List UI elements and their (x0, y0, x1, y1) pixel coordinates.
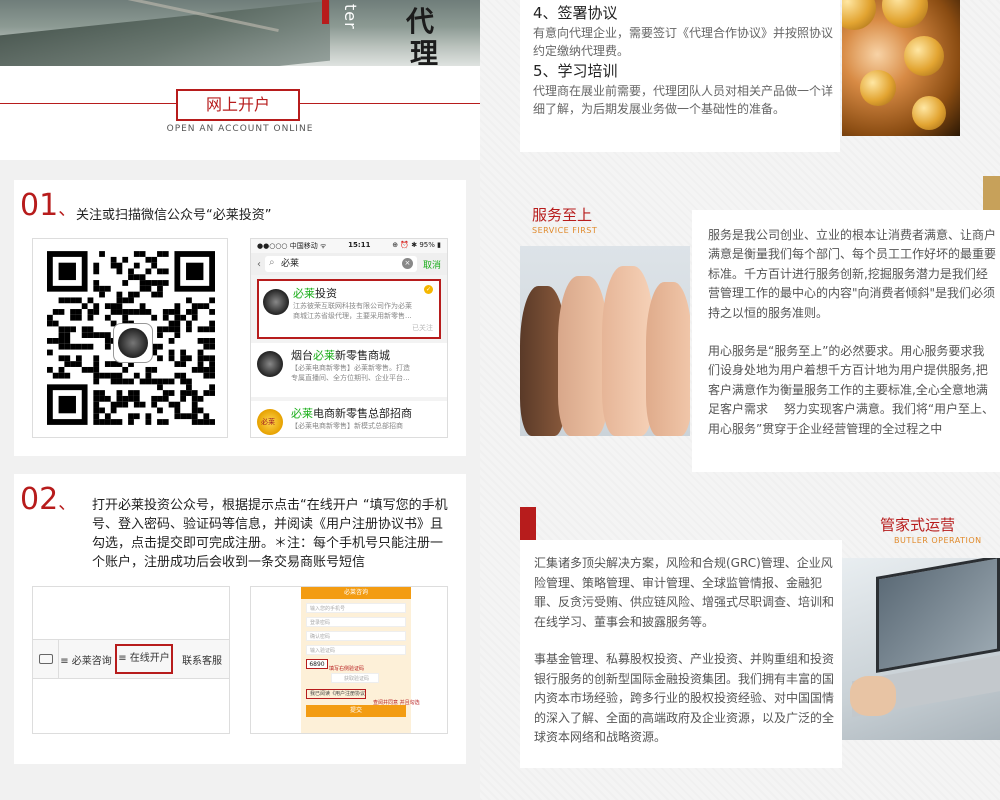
service-paragraph-2: 用心服务是“服务至上”的必然要求。用心服务要求我们设身处地为用户着想千方百计地为… (708, 344, 995, 436)
menu-item-contact: 联系客服 (182, 655, 222, 667)
result-desc: 【必莱电商新零售】必莱新零售。打造 (291, 364, 410, 372)
form-field-password: 登录密码 (306, 617, 406, 627)
yantai-avatar-icon (257, 351, 283, 377)
right-panel: 4、签署协议 有意向代理企业，需要签订《代理合作协议》并按照协议约定缴纳代理费。… (480, 0, 1000, 800)
divider-line-right (300, 103, 480, 104)
butler-paragraph-2: 事基金管理、私募股权投资、产业投资、并购重组和投资银行服务的创新型国际金融投资集… (534, 652, 835, 745)
sms-code-button: 获取验证码 (331, 673, 379, 683)
register-form-screenshot: 必莱咨询 输入您的手机号 登录密码 确认密码 输入验证码 6890 填写右侧验证… (250, 586, 448, 734)
battery-text: ⊕ ⏰ ✱ 95% ▮ (392, 241, 441, 249)
service-paragraph-1: 服务是我公司创业、立业的根本让消费者满意、让商户满意是衡量我们每个部门、每个员工… (708, 228, 997, 320)
butler-paragraph-1: 汇集诸多顶尖解决方案，风险和合规(GRC)管理、企业风险管理、策略管理、审计管理… (534, 556, 835, 629)
captcha-code: 6890 (306, 659, 328, 669)
agreement-checkbox: 我已阅读《用户注册协议书》 (306, 689, 366, 699)
keyboard-icon (33, 640, 59, 678)
agent-steps-card: 4、签署协议 有意向代理企业，需要签订《代理合作协议》并按照协议约定缴纳代理费。… (520, 0, 840, 152)
step-1-number: 01、 (20, 188, 77, 223)
search-result-bilai: 必莱投资 江苏彼荣互联网科技有限公司作为必莱 商城江苏省级代理，主要采用新零售.… (257, 279, 441, 339)
step-2-card: 02、 打开必莱投资公众号，根据提示点击“在线开户 “填写您的手机号、登入密码、… (14, 474, 466, 764)
carrier-text: ●●○○○ 中国移动 ᯤ (257, 242, 327, 250)
qr-code-frame (32, 238, 228, 438)
result-name: 必莱电商新零售总部招商 (291, 407, 412, 420)
service-subtitle: SERVICE FIRST (532, 226, 598, 235)
step-5-text: 代理商在展业前需要，代理团队人员对相关产品做一个详细了解，为后期发展业务做一个基… (533, 84, 834, 116)
wechat-search-bar: ‹ 必莱 × 取消 (251, 253, 447, 275)
hero-char-2: 理 (410, 37, 439, 66)
form-field-phone: 输入您的手机号 (306, 603, 406, 613)
thumbs-up-photo (520, 246, 690, 436)
search-cancel: 取消 (422, 260, 441, 271)
step-2-text: 打开必莱投资公众号，根据提示点击“在线开户 “填写您的手机号、登入密码、验证码等… (92, 498, 448, 570)
wechat-menu-bar: ≡ 必莱咨询 ≡ 在线开户 联系客服 (33, 639, 229, 679)
laptop-photo (842, 558, 1000, 740)
form-field-captcha: 输入验证码 (306, 645, 406, 655)
hq-avatar-icon: 必莱 (257, 409, 283, 435)
butler-title: 管家式运营 (880, 516, 956, 534)
bilai-avatar-icon (263, 289, 289, 315)
back-chevron-icon: ‹ (257, 258, 261, 270)
hero-banner-image: ter 代 理 (0, 0, 480, 66)
form-header: 必莱咨询 (301, 587, 411, 599)
register-form: 必莱咨询 输入您的手机号 登录密码 确认密码 输入验证码 6890 填写右侧验证… (301, 587, 420, 733)
step-4-heading: 4、签署协议 (533, 4, 618, 22)
service-title: 服务至上 (532, 206, 593, 224)
form-submit-button: 提交 (306, 705, 406, 717)
step-4-text: 有意向代理企业，需要签订《代理合作协议》并按照协议约定缴纳代理费。 (533, 26, 834, 58)
agreement-note: 查阅并同意 并且勾选 (373, 700, 420, 706)
search-value: 必莱 (281, 259, 300, 269)
menu-item-consult: ≡ 必莱咨询 (60, 655, 112, 667)
wechat-search-screenshot: ●●○○○ 中国移动 ᯤ 15:11 ⊕ ⏰ ✱ 95% ▮ ‹ 必莱 × 取消… (250, 238, 448, 438)
left-panel: ter 代 理 网上开户 OPEN AN ACCOUNT ONLINE 01、 … (0, 0, 480, 800)
search-result-hq: 必莱 必莱电商新零售总部招商 【必莱电商新零售】新模式总部招商 (251, 401, 447, 437)
captcha-note: 填写右侧验证码 (329, 666, 365, 672)
service-card: 服务是我公司创业、立业的根本让消费者满意、让商户满意是衡量我们每个部门、每个员工… (692, 210, 1000, 472)
divider-line-left (0, 103, 176, 104)
open-account-subtitle: OPEN AN ACCOUNT ONLINE (166, 124, 314, 134)
result-name: 烟台必莱新零售商城 (291, 349, 390, 362)
step-1-text: 关注或扫描微信公众号“必莱投资” (76, 208, 272, 223)
verified-icon: ✓ (424, 285, 433, 294)
result-desc-2: 商城江苏省级代理，主要采用新零售... (293, 312, 412, 320)
result-desc-2: 专属直播间、全方位期刊、企业平台... (291, 374, 410, 382)
result-desc: 江苏彼荣互联网科技有限公司作为必莱 (293, 302, 412, 310)
butler-subtitle: BUTLER OPERATION (894, 536, 982, 545)
coins-photo (842, 0, 960, 136)
hero-red-bar (322, 0, 329, 24)
step-1-card: 01、 关注或扫描微信公众号“必莱投资” ●●○○○ 中国移动 ᯤ 15:11 … (14, 180, 466, 456)
clock-text: 15:11 (348, 241, 371, 249)
step-5-heading: 5、学习培训 (533, 62, 618, 80)
result-desc: 【必莱电商新零售】新模式总部招商 (291, 422, 403, 430)
clear-icon: × (401, 258, 413, 269)
qr-center-logo (113, 323, 153, 363)
hero-side-text: ter (341, 4, 360, 30)
menu-item-open-account: ≡ 在线开户 (115, 644, 173, 674)
phone-status-bar: ●●○○○ 中国移动 ᯤ 15:11 ⊕ ⏰ ✱ 95% ▮ (251, 239, 447, 253)
open-account-heading: 网上开户 OPEN AN ACCOUNT ONLINE (0, 66, 480, 160)
step-2-number: 02、 (20, 482, 77, 517)
followed-tag: 已关注 (412, 324, 433, 332)
search-field: 必莱 × (265, 255, 417, 272)
butler-card: 汇集诸多顶尖解决方案，风险和合规(GRC)管理、企业风险管理、策略管理、审计管理… (520, 540, 842, 768)
result-name: 必莱投资 (293, 287, 337, 300)
search-result-yantai: 烟台必莱新零售商城 【必莱电商新零售】必莱新零售。打造 专属直播间、全方位期刊、… (251, 343, 447, 397)
form-field-confirm: 确认密码 (306, 631, 406, 641)
wechat-menu-screenshot: ≡ 必莱咨询 ≡ 在线开户 联系客服 (32, 586, 230, 734)
open-account-title: 网上开户 (176, 89, 300, 121)
